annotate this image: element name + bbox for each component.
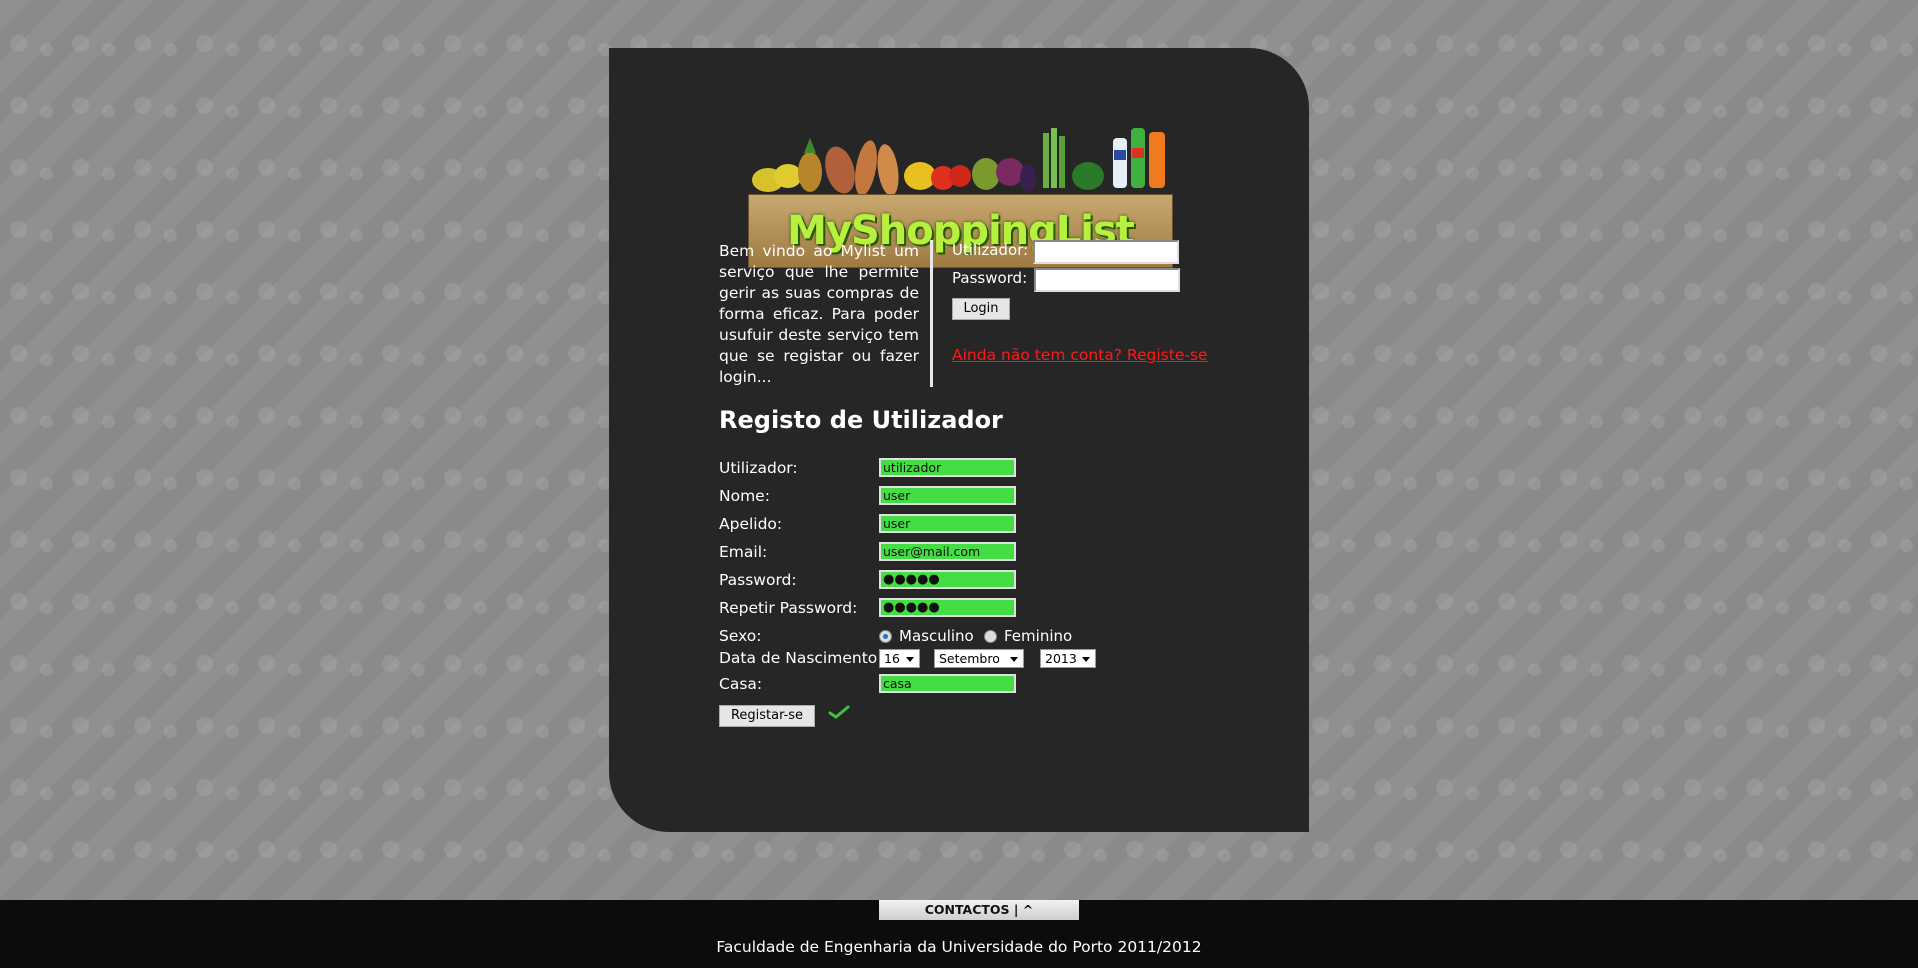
birth-day-value: 16 — [884, 651, 900, 666]
register-link[interactable]: Ainda não tem conta? Registe-se — [952, 346, 1208, 364]
birth-year-value: 2013 — [1045, 651, 1077, 666]
field-label-password: Password: — [719, 571, 797, 589]
radio-feminino-label: Feminino — [1004, 627, 1073, 645]
apelido-input[interactable]: user — [879, 514, 1016, 533]
casa-input[interactable]: casa — [879, 674, 1016, 693]
register-submit-button[interactable]: Registar-se — [719, 705, 815, 727]
login-user-input[interactable] — [1033, 240, 1179, 264]
checkmark-icon — [828, 705, 850, 719]
login-password-label: Password: — [952, 269, 1028, 287]
radio-masculino-label: Masculino — [899, 627, 974, 645]
field-label-nome: Nome: — [719, 487, 770, 505]
intro-text: Bem vindo ao Mylist um serviço que lhe p… — [719, 242, 919, 386]
produce-illustration — [752, 128, 1165, 196]
main-panel: MyShoppingList Bem vindo ao Mylist um se… — [609, 48, 1309, 832]
birth-month-select[interactable]: Setembro — [934, 649, 1024, 668]
register-heading: Registo de Utilizador — [719, 406, 1003, 434]
login-password-input[interactable] — [1034, 268, 1180, 292]
footer: CONTACTOS | ^ Faculdade de Engenharia da… — [0, 900, 1918, 968]
birth-year-select[interactable]: 2013 — [1040, 649, 1096, 668]
email-input[interactable]: user@mail.com — [879, 542, 1016, 561]
field-label-email: Email: — [719, 543, 768, 561]
birth-day-select[interactable]: 16 — [879, 649, 920, 668]
sexo-label: Sexo: — [719, 627, 762, 645]
divider — [930, 240, 933, 387]
footer-credits: Faculdade de Engenharia da Universidade … — [716, 938, 1202, 956]
radio-masculino[interactable] — [879, 630, 892, 643]
contacts-toggle[interactable]: CONTACTOS | ^ — [879, 900, 1079, 920]
birth-month-value: Setembro — [939, 651, 1000, 666]
nome-input[interactable]: user — [879, 486, 1016, 505]
chevron-down-icon — [1082, 657, 1090, 662]
login-user-label: Utilizador: — [952, 241, 1029, 259]
chevron-down-icon — [906, 657, 914, 662]
field-label-repeat-password: Repetir Password: — [719, 599, 858, 617]
field-label-apelido: Apelido: — [719, 515, 783, 533]
password-input[interactable]: ●●●●● — [879, 570, 1016, 589]
chevron-down-icon — [1010, 657, 1018, 662]
repeat-password-input[interactable]: ●●●●● — [879, 598, 1016, 617]
radio-feminino[interactable] — [984, 630, 997, 643]
casa-label: Casa: — [719, 675, 763, 693]
birth-label: Data de Nascimento: — [719, 649, 883, 667]
field-label-utilizador: Utilizador: — [719, 459, 798, 477]
utilizador-input[interactable]: utilizador — [879, 458, 1016, 477]
login-button[interactable]: Login — [952, 298, 1010, 320]
